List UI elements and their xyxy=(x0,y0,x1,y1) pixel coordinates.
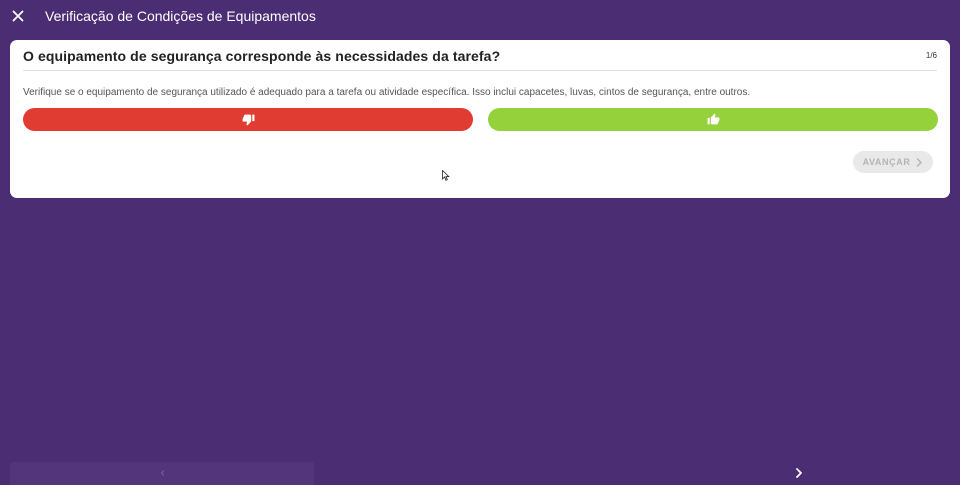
app-title: Verificação de Condições de Equipamentos xyxy=(45,8,316,24)
next-button[interactable]: AVANÇAR xyxy=(853,151,933,173)
question-progress: 1/6 xyxy=(925,51,937,60)
next-button-label: AVANÇAR xyxy=(862,157,911,167)
bottom-next-button[interactable] xyxy=(792,466,806,480)
question-title: O equipamento de segurança corresponde à… xyxy=(23,48,501,64)
close-icon xyxy=(12,10,24,22)
app-header: Verificação de Condições de Equipamentos xyxy=(0,0,960,32)
chevron-right-icon xyxy=(917,157,923,167)
question-header: O equipamento de segurança corresponde à… xyxy=(23,40,937,71)
question-card: O equipamento de segurança corresponde à… xyxy=(10,40,950,198)
question-description: Verifique se o equipamento de segurança … xyxy=(23,87,751,98)
chevron-right-icon xyxy=(796,468,802,478)
thumbs-down-button[interactable] xyxy=(23,108,473,131)
thumbs-down-icon xyxy=(242,114,254,126)
chevron-left-icon xyxy=(160,470,165,476)
bottom-nav-panel[interactable] xyxy=(10,462,314,485)
mouse-cursor-icon xyxy=(442,170,450,181)
thumbs-up-icon xyxy=(707,113,719,125)
thumbs-up-button[interactable] xyxy=(488,108,938,131)
close-button[interactable] xyxy=(9,7,27,25)
